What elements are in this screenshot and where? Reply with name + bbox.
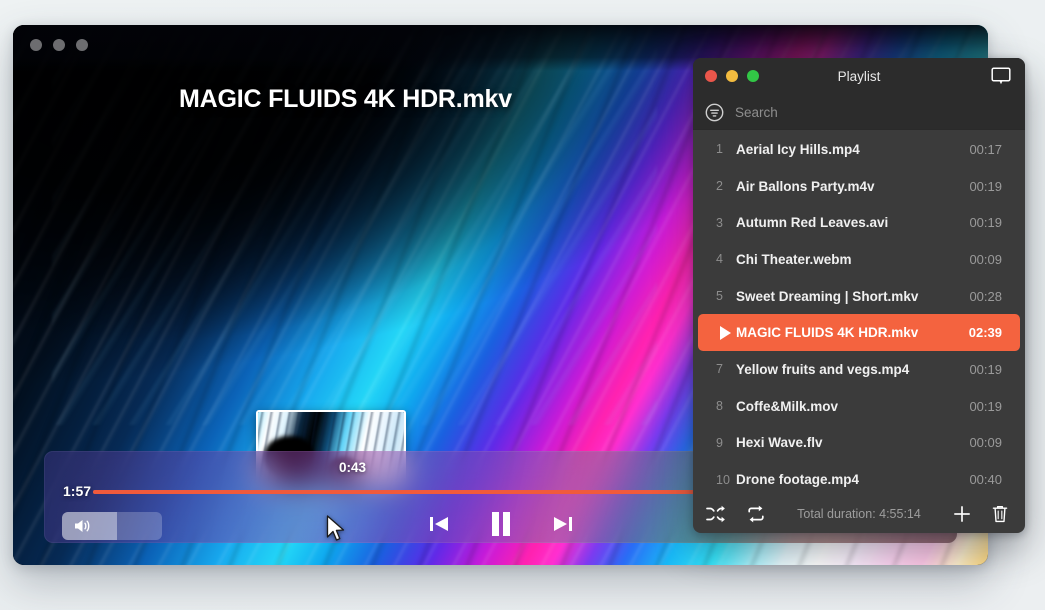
playlist-row-duration: 00:28 <box>969 288 1002 304</box>
playlist-row[interactable]: 7 Yellow fruits and vegs.mp4 00:19 <box>698 351 1020 388</box>
search-input[interactable]: Search <box>735 105 778 120</box>
now-playing-icon <box>710 325 736 340</box>
playlist-row[interactable]: 4 Chi Theater.webm 00:09 <box>698 241 1020 278</box>
elapsed-time-label: 1:57 <box>63 483 92 499</box>
playlist-row-name: Sweet Dreaming | Short.mkv <box>736 288 919 304</box>
playlist-row[interactable]: 1 Aerial Icy Hills.mp4 00:17 <box>698 131 1020 168</box>
next-button[interactable] <box>546 509 580 539</box>
repeat-icon[interactable] <box>745 504 767 524</box>
playlist-row-duration: 00:19 <box>969 215 1002 231</box>
playlist-window: Playlist Search 1 Aerial Icy Hills.mp4 00:… <box>693 58 1025 533</box>
shuffle-icon[interactable] <box>705 504 727 524</box>
playlist-row-name: Chi Theater.webm <box>736 251 852 267</box>
screen-bubble-icon[interactable] <box>991 67 1011 86</box>
playlist-row-index: 9 <box>716 435 723 450</box>
playlist-row-index: 1 <box>716 142 723 157</box>
zoom-button[interactable] <box>76 39 88 51</box>
pause-button[interactable] <box>484 509 518 539</box>
playlist-row-name: Autumn Red Leaves.avi <box>736 215 889 231</box>
close-button[interactable] <box>30 39 42 51</box>
playlist-row-name: Coffe&Milk.mov <box>736 398 839 414</box>
desktop-background: MAGIC FLUIDS 4K HDR.mkv 0:43 1:57 Playli… <box>0 0 1045 610</box>
playlist-row-duration: 00:17 <box>969 141 1002 157</box>
playlist-row-duration: 00:19 <box>969 178 1002 194</box>
playlist-row-index: 5 <box>716 289 723 304</box>
minimize-button[interactable] <box>53 39 65 51</box>
playlist-row-name: Yellow fruits and vegs.mp4 <box>736 361 910 377</box>
scrub-time-value: 0:43 <box>338 460 367 475</box>
playlist-row[interactable]: 2 Air Ballons Party.m4v 00:19 <box>698 168 1020 205</box>
playlist-row[interactable]: 9 Hexi Wave.flv 00:09 <box>698 425 1020 462</box>
playlist-row-name: MAGIC FLUIDS 4K HDR.mkv <box>736 325 919 341</box>
filter-icon[interactable] <box>705 103 724 122</box>
playlist-row-name: Aerial Icy Hills.mp4 <box>736 141 860 157</box>
previous-button[interactable] <box>422 509 456 539</box>
playlist-minimize-button[interactable] <box>726 70 738 82</box>
playlist-zoom-button[interactable] <box>747 70 759 82</box>
playlist-window-buttons[interactable] <box>705 70 759 82</box>
playlist-row-duration: 00:19 <box>969 361 1002 377</box>
player-title-text: MAGIC FLUIDS 4K HDR.mkv <box>179 85 512 113</box>
mouse-cursor <box>326 515 345 541</box>
playlist-search-bar[interactable]: Search <box>693 95 1025 130</box>
playlist-row-name: Air Ballons Party.m4v <box>736 178 875 194</box>
play-triangle-icon <box>720 325 731 340</box>
playlist-footer: Total duration: 4:55:14 <box>693 496 1025 532</box>
player-window-buttons[interactable] <box>30 39 88 51</box>
playlist-row-duration: 00:19 <box>969 398 1002 414</box>
playlist-row[interactable]: 10 Drone footage.mp4 00:40 <box>698 461 1020 496</box>
playlist-row[interactable]: 8 Coffe&Milk.mov 00:19 <box>698 388 1020 425</box>
playlist-row-index: 3 <box>716 215 723 230</box>
total-duration-label: Total duration: 4:55:14 <box>797 507 921 521</box>
delete-icon[interactable] <box>989 504 1011 524</box>
playlist-close-button[interactable] <box>705 70 717 82</box>
playlist-title-bar: Playlist <box>693 58 1025 95</box>
playlist-row-duration: 00:40 <box>969 472 1002 488</box>
playlist-row-duration: 00:09 <box>969 435 1002 451</box>
playlist-row[interactable]: 3 Autumn Red Leaves.avi 00:19 <box>698 204 1020 241</box>
playlist-row-name: Drone footage.mp4 <box>736 472 860 488</box>
playlist-row[interactable]: 5 Sweet Dreaming | Short.mkv 00:28 <box>698 278 1020 315</box>
add-icon[interactable] <box>951 504 973 524</box>
playlist-row-index: 4 <box>716 252 723 267</box>
playlist-row-index: 7 <box>716 362 723 377</box>
playlist-row-name: Hexi Wave.flv <box>736 435 823 451</box>
playlist-row-index: 2 <box>716 179 723 194</box>
playlist-row-index: 10 <box>716 472 730 487</box>
playlist-row[interactable]: MAGIC FLUIDS 4K HDR.mkv 02:39 <box>698 314 1020 352</box>
playlist-row-index: 8 <box>716 399 723 414</box>
playlist-items-list: 1 Aerial Icy Hills.mp4 00:17 2 Air Ballons P… <box>693 130 1025 496</box>
playlist-row-duration: 02:39 <box>968 325 1002 341</box>
playlist-row-duration: 00:09 <box>969 251 1002 267</box>
